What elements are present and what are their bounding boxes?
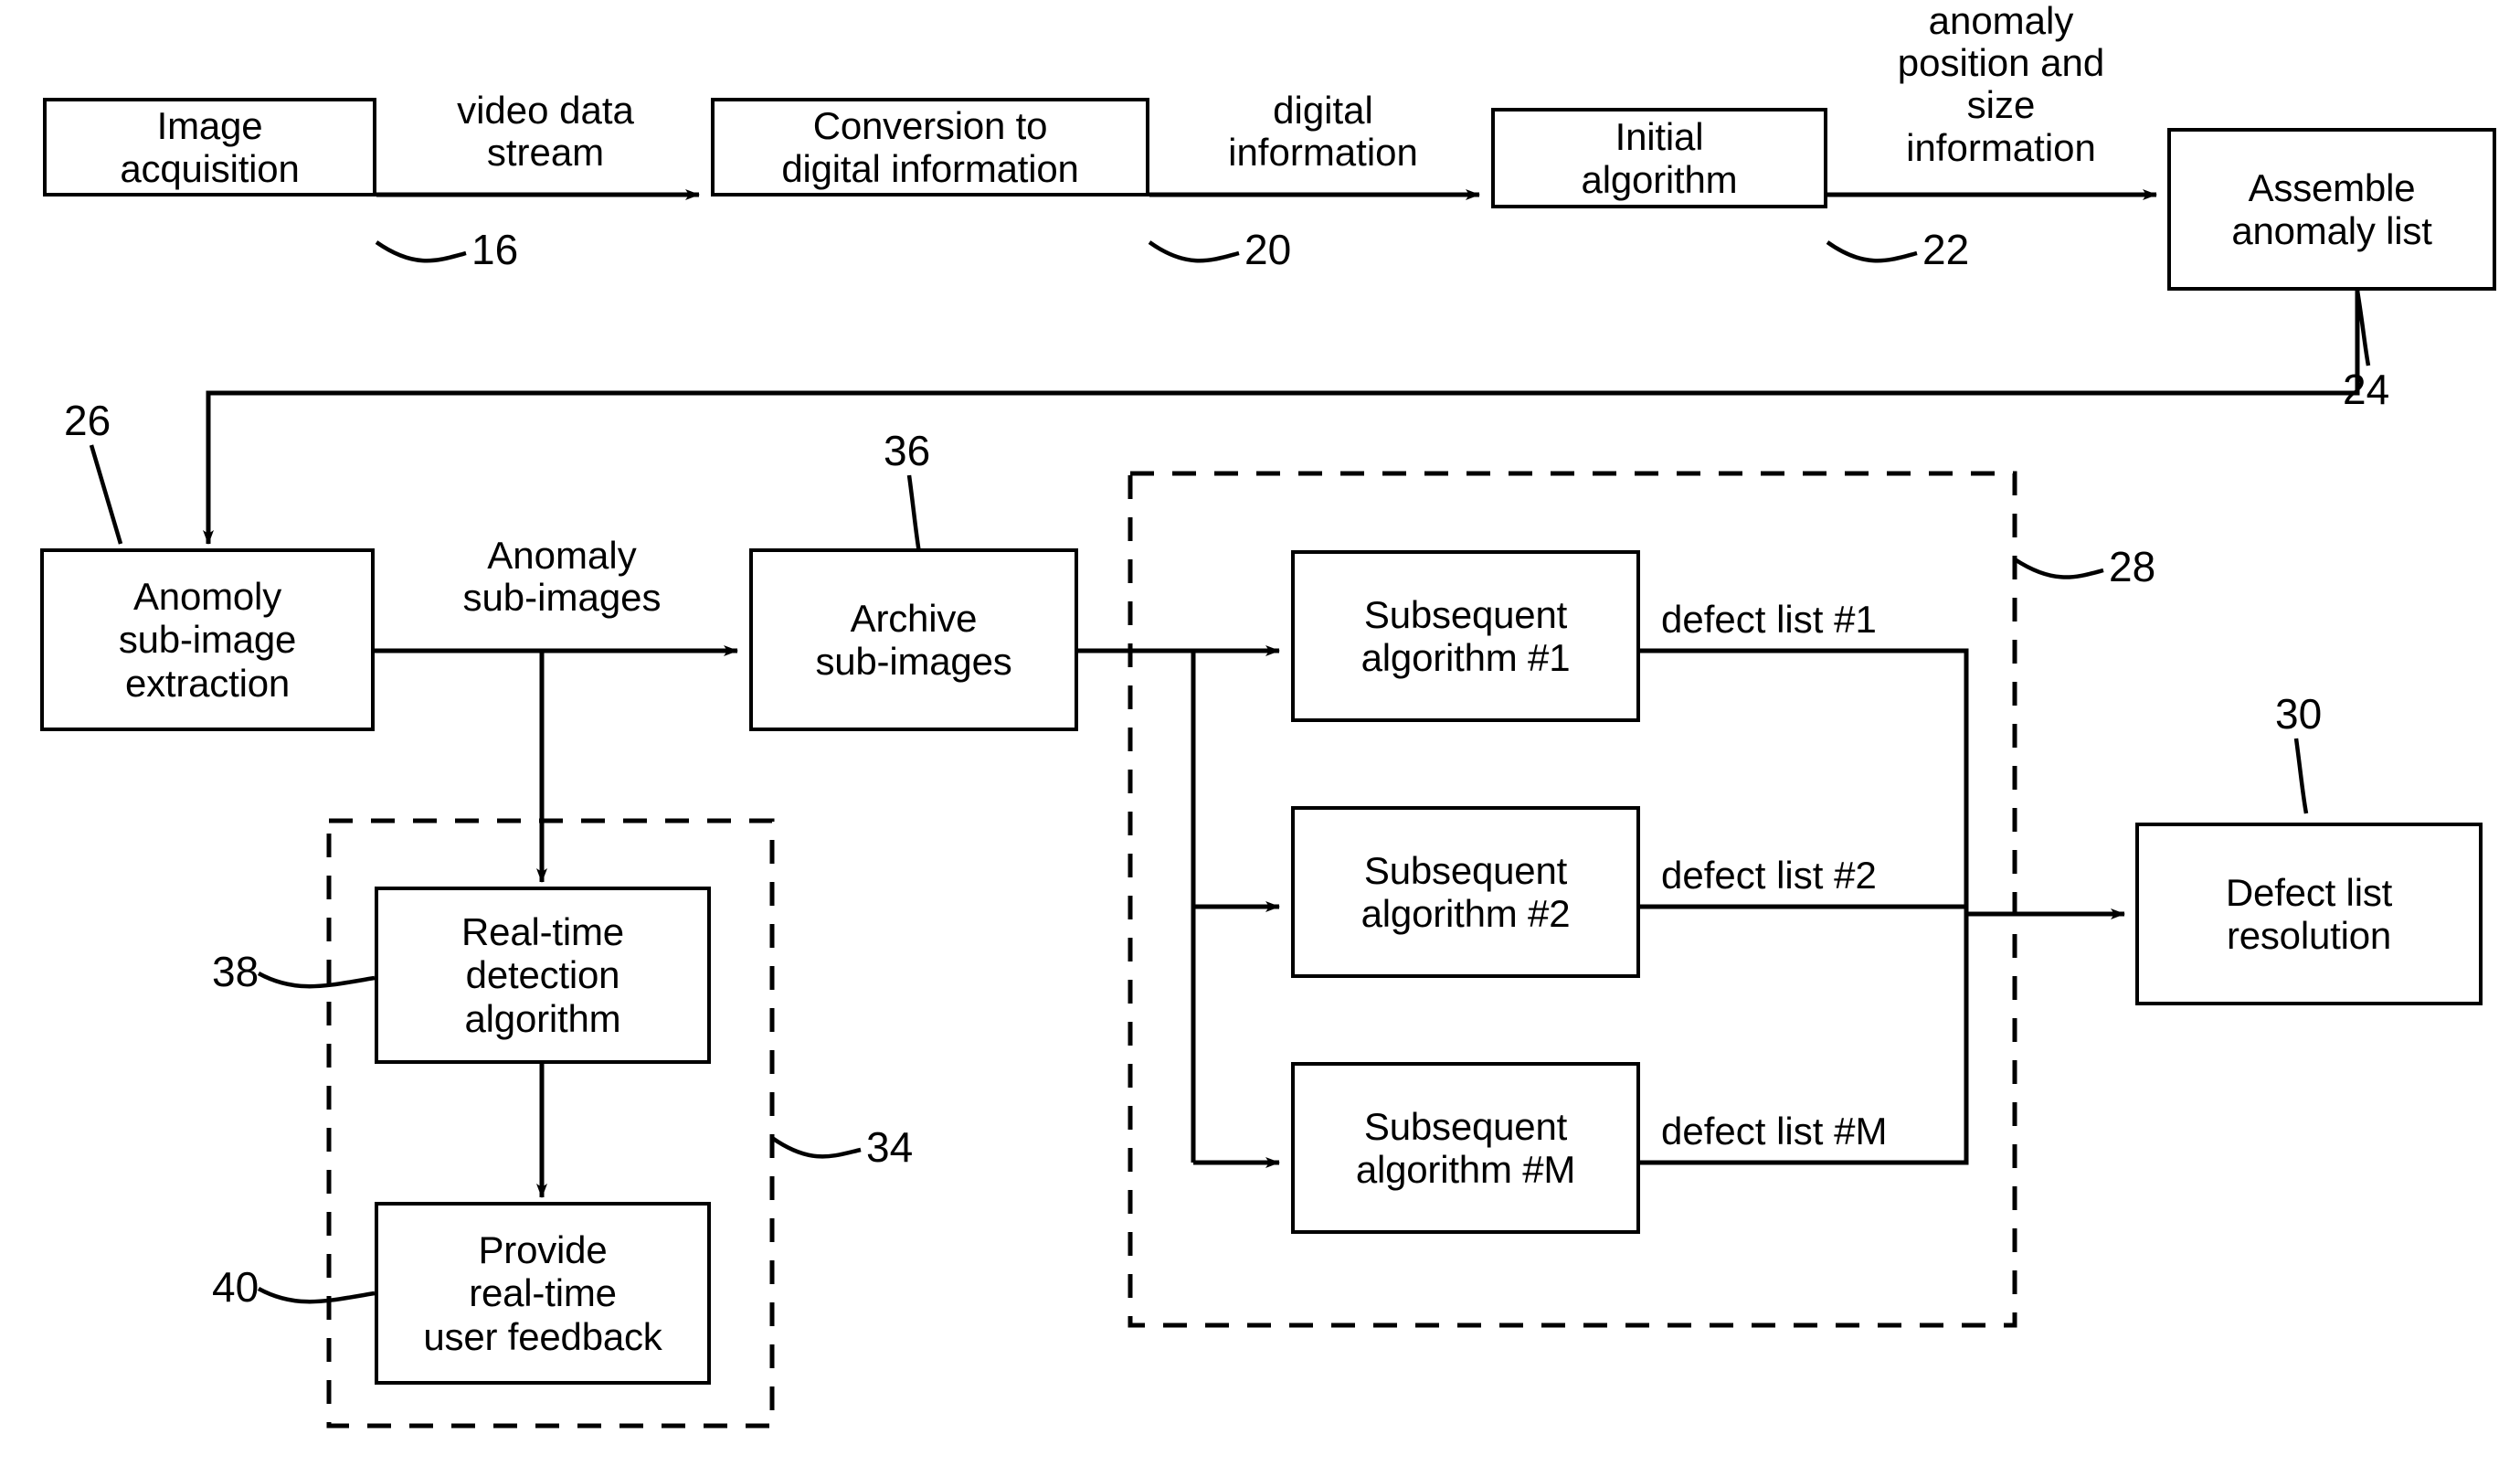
- leader-36: [906, 474, 922, 554]
- connector-assemble-to-extraction: [203, 291, 2360, 545]
- leader-26: [89, 444, 123, 545]
- reference-numeral-20: 20: [1244, 226, 1292, 273]
- reference-numeral-26: 26: [64, 397, 111, 444]
- edge-label-anomaly-position-size: anomaly position and size information: [1897, 0, 2105, 169]
- leader-30: [2293, 738, 2309, 814]
- edge-label-video-data-stream: video data stream: [457, 89, 634, 175]
- reference-numeral-16: 16: [471, 226, 519, 273]
- reference-numeral-24: 24: [2343, 366, 2390, 413]
- node-conversion-to-digital[interactable]: Conversion to digital information: [711, 98, 1149, 197]
- node-subsequent-algorithm-2[interactable]: Subsequent algorithm #2: [1291, 806, 1640, 978]
- leader-16: [375, 240, 467, 263]
- reference-numeral-22: 22: [1922, 226, 1970, 273]
- leader-34: [770, 1136, 862, 1159]
- edge-label-defect-list-m: defect list #M: [1661, 1110, 1888, 1153]
- leader-22: [1826, 240, 1918, 263]
- node-subsequent-algorithm-1[interactable]: Subsequent algorithm #1: [1291, 550, 1640, 722]
- node-assemble-anomaly-list[interactable]: Assemble anomaly list: [2167, 128, 2496, 291]
- reference-numeral-40: 40: [212, 1263, 259, 1311]
- reference-numeral-38: 38: [212, 948, 259, 995]
- edge-label-anomaly-sub-images: Anomaly sub-images: [462, 534, 662, 620]
- node-image-acquisition[interactable]: Image acquisition: [43, 98, 376, 197]
- leader-20: [1148, 240, 1240, 263]
- leader-28: [2013, 558, 2104, 579]
- reference-numeral-28: 28: [2109, 543, 2156, 590]
- node-anomaly-sub-image-extraction[interactable]: Anomoly sub-image extraction: [40, 548, 375, 731]
- node-provide-real-time-user-feedback[interactable]: Provide real-time user feedback: [375, 1202, 711, 1385]
- figure-canvas: Image acquisition Conversion to digital …: [0, 0, 2520, 1466]
- node-archive-sub-images[interactable]: Archive sub-images: [749, 548, 1078, 731]
- node-real-time-detection-algorithm[interactable]: Real-time detection algorithm: [375, 887, 711, 1064]
- reference-numeral-34: 34: [866, 1123, 914, 1171]
- leader-40: [257, 1287, 376, 1304]
- reference-numeral-36: 36: [884, 427, 931, 474]
- node-defect-list-resolution[interactable]: Defect list resolution: [2135, 823, 2483, 1005]
- leader-38: [257, 972, 376, 989]
- node-initial-algorithm[interactable]: Initial algorithm: [1491, 108, 1827, 208]
- edge-label-defect-list-1: defect list #1: [1661, 598, 1877, 641]
- reference-numeral-30: 30: [2275, 690, 2323, 738]
- edge-label-defect-list-2: defect list #2: [1661, 854, 1877, 897]
- node-subsequent-algorithm-m[interactable]: Subsequent algorithm #M: [1291, 1062, 1640, 1234]
- edge-label-digital-information: digital information: [1228, 89, 1418, 175]
